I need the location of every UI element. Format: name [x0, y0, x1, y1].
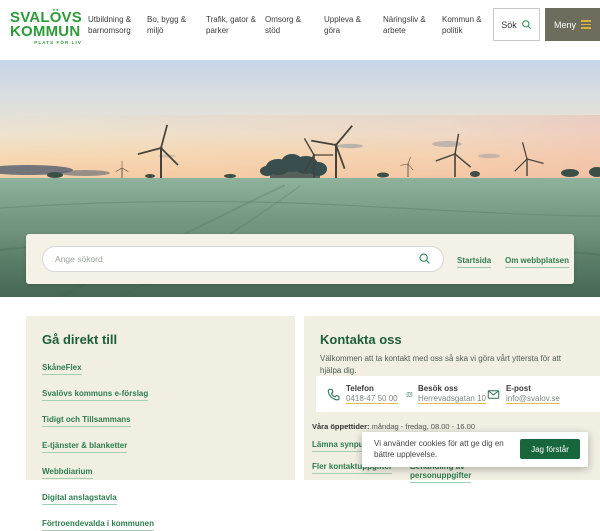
menu-button-label: Meny [554, 20, 576, 30]
logo-tagline: PLATS FÖR LIV [10, 40, 82, 45]
opening-hours: Våra öppettider: måndag - fredag, 08.00 … [312, 422, 475, 431]
contact-intro: Välkommen att ta kontakt med oss så ska … [320, 353, 580, 376]
contact-item-email: E-post info@svalov.se [486, 384, 566, 405]
contact-card: Telefon 0418-47 50 00 Besök oss Herrevad… [316, 376, 600, 412]
nav-item-utbildning[interactable]: Utbildning & barnomsorg [88, 14, 140, 36]
link-skaneflex[interactable]: SkåneFlex [42, 363, 82, 375]
quick-links-list: SkåneFlex Svalövs kommuns e-förslag Tidi… [42, 357, 295, 531]
menu-button[interactable]: Meny [545, 8, 600, 41]
logo-line2: KOMMUN [10, 25, 82, 39]
link-tidigt-tillsammans[interactable]: Tidigt och Tillsammans [42, 415, 131, 427]
map-icon [406, 387, 413, 402]
main-nav: Utbildning & barnomsorg Bo, bygg & miljö… [88, 14, 501, 36]
link-startsida[interactable]: Startsida [457, 256, 491, 268]
search-icon[interactable] [418, 252, 431, 265]
site-header: SVALÖVS KOMMUN PLATS FÖR LIV Utbildning … [0, 0, 600, 60]
search-button[interactable]: Sök [493, 8, 540, 41]
link-anslagstavla[interactable]: Digital anslagstavla [42, 493, 117, 505]
phone-label: Telefon [346, 384, 398, 393]
search-input[interactable] [42, 246, 444, 272]
nav-item-bo-bygg[interactable]: Bo, bygg & miljö [147, 14, 199, 36]
cookie-message: Vi använder cookies för att ge dig en bä… [374, 438, 516, 460]
contact-title: Kontakta oss [320, 332, 600, 347]
quick-links-title: Gå direkt till [42, 332, 295, 347]
contact-item-phone: Telefon 0418-47 50 00 [326, 384, 406, 405]
visit-address-link[interactable]: Herrevadsgatan 10 [418, 394, 486, 405]
contact-item-visit: Besök oss Herrevadsgatan 10 [406, 384, 486, 405]
link-webbdiarium[interactable]: Webbdiarium [42, 467, 93, 479]
nav-item-naringsliv[interactable]: Näringsliv & arbete [383, 14, 435, 36]
hamburger-icon [581, 20, 591, 29]
link-om-webbplatsen[interactable]: Om webbplatsen [505, 256, 569, 268]
search-icon [521, 19, 532, 30]
opening-hours-value: måndag - fredag, 08.00 - 16.00 [372, 422, 475, 431]
link-fortroendevalda[interactable]: Förtroendevalda i kommunen [42, 519, 154, 531]
visit-label: Besök oss [418, 384, 486, 393]
envelope-icon [486, 387, 501, 402]
nav-item-uppleva[interactable]: Uppleva & göra [324, 14, 376, 36]
email-label: E-post [506, 384, 560, 393]
cookie-accept-button[interactable]: Jag förstår [520, 439, 580, 459]
opening-hours-label: Våra öppettider: [312, 422, 370, 431]
nav-item-trafik[interactable]: Trafik, gator & parker [206, 14, 258, 36]
quick-links-section: Gå direkt till SkåneFlex Svalövs kommuns… [26, 316, 295, 480]
link-e-forslag[interactable]: Svalövs kommuns e-förslag [42, 389, 148, 401]
cookie-banner: Vi använder cookies för att ge dig en bä… [362, 432, 588, 467]
search-panel: Startsida Om webbplatsen [26, 234, 574, 284]
phone-icon [326, 387, 341, 402]
nav-item-omsorg[interactable]: Omsorg & stöd [265, 14, 317, 36]
link-etjanster[interactable]: E-tjänster & blanketter [42, 441, 127, 453]
phone-link[interactable]: 0418-47 50 00 [346, 394, 398, 405]
email-link[interactable]: info@svalov.se [506, 394, 560, 405]
logo[interactable]: SVALÖVS KOMMUN PLATS FÖR LIV [10, 11, 82, 45]
search-button-label: Sök [501, 20, 517, 30]
nav-item-kommun[interactable]: Kommun & politik [442, 14, 494, 36]
